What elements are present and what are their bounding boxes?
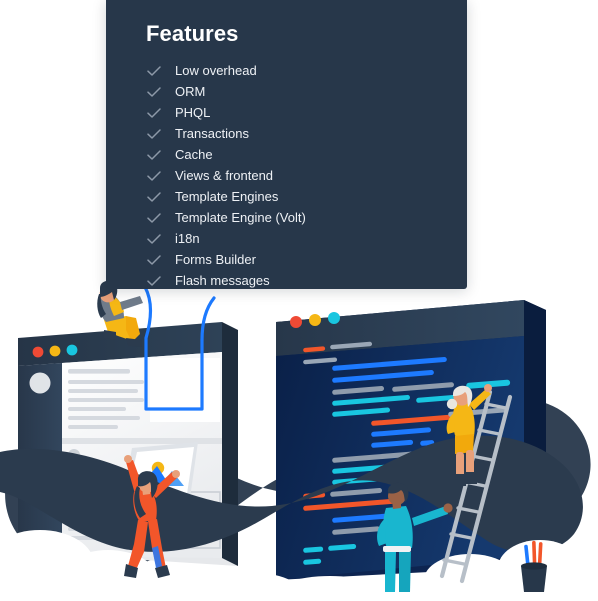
features-list: Low overhead ORM PHQL Transactions Cache…	[146, 60, 467, 291]
list-item: Views & frontend	[146, 165, 467, 186]
list-item: Transactions	[146, 123, 467, 144]
list-item-label: Views & frontend	[175, 167, 274, 183]
features-panel: Features Low overhead ORM PHQL Transacti…	[106, 0, 467, 289]
list-item: Cache	[146, 144, 467, 165]
list-item-label: Template Engines	[175, 188, 279, 204]
editor-dot-yellow	[309, 314, 321, 326]
check-icon	[146, 211, 162, 225]
list-item: i18n	[146, 228, 467, 249]
check-icon	[146, 148, 162, 162]
list-item-label: Template Engine (Volt)	[175, 209, 306, 225]
list-item-label: i18n	[175, 230, 200, 246]
window-dot-yellow	[49, 345, 61, 357]
list-item-label: Cache	[175, 146, 213, 162]
illustration-stage: Features Low overhead ORM PHQL Transacti…	[0, 0, 598, 601]
list-item-label: ORM	[175, 83, 206, 99]
editor-dot-cyan	[328, 312, 340, 324]
list-item: ORM	[146, 81, 467, 102]
check-icon	[146, 253, 162, 267]
list-item: PHQL	[146, 102, 467, 123]
window-dot-cyan	[66, 344, 78, 356]
editor-dot-red	[290, 316, 302, 328]
check-icon	[146, 106, 162, 120]
check-icon	[146, 190, 162, 204]
check-icon	[146, 85, 162, 99]
list-item-label: Flash messages	[175, 272, 270, 288]
list-item: Low overhead	[146, 60, 467, 81]
list-item-label: Low overhead	[175, 62, 257, 78]
list-item: Flash messages	[146, 270, 467, 291]
page-title: Features	[146, 21, 239, 46]
list-item: Forms Builder	[146, 249, 467, 270]
list-item: Template Engine (Volt)	[146, 207, 467, 228]
check-icon	[146, 274, 162, 288]
list-item-label: Transactions	[175, 125, 249, 141]
check-icon	[146, 127, 162, 141]
check-icon	[146, 64, 162, 78]
list-item-label: Forms Builder	[175, 251, 256, 267]
check-icon	[146, 169, 162, 183]
check-icon	[146, 232, 162, 246]
list-item: Template Engines	[146, 186, 467, 207]
window-dot-red	[32, 346, 44, 358]
list-item-label: PHQL	[175, 104, 211, 120]
